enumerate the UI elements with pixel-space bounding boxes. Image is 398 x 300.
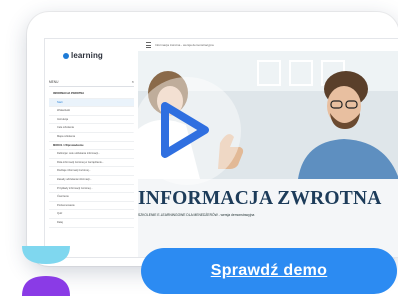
tree-item[interactable]: Definicja i cele udzielania informacji..… (49, 150, 134, 159)
tree-item[interactable]: Przykłady informacji zwrotnej... (49, 185, 134, 194)
tree-section[interactable]: MODUŁ 1 Wprowadzenie (49, 142, 134, 151)
play-icon[interactable] (153, 98, 213, 162)
course-subtitle: SZKOLENIE E-LEARNINGOWE DLA MENEDŻERÓW -… (138, 213, 255, 217)
sidebar: learning MENU × INFORMACJA ZWROTNA Start… (45, 39, 139, 257)
logo-text: learning (71, 51, 103, 60)
course-title: INFORMACJA ZWROTNA (138, 188, 382, 209)
tree-item[interactable]: Podsumowanie (49, 202, 134, 211)
tree-item[interactable]: Zasady udzielania informacji... (49, 176, 134, 185)
tree-item[interactable]: Ćwiczenie (49, 193, 134, 202)
tree-item[interactable]: Instrukcja (49, 116, 134, 125)
tree-item[interactable]: Wskazówki (49, 107, 134, 116)
deco-top-shape (22, 246, 70, 264)
tree-item[interactable]: Quiz (49, 210, 134, 219)
decorative-shapes (22, 246, 70, 296)
course-tree: INFORMACJA ZWROTNA Start Wskazówki Instr… (49, 90, 134, 228)
tree-item[interactable]: Cele szkolenia (49, 124, 134, 133)
breadcrumb: Informacja zwrotna - wersja demonstracyj… (155, 43, 214, 47)
tree-item[interactable]: Dalej (49, 219, 134, 228)
hamburger-icon[interactable] (146, 42, 151, 48)
logo: learning (63, 51, 103, 60)
tree-section[interactable]: INFORMACJA ZWROTNA (49, 90, 134, 99)
logo-dot-icon (63, 52, 69, 59)
deco-bottom-shape (22, 276, 70, 296)
check-demo-button[interactable]: Sprawdź demo (141, 248, 397, 294)
tree-item[interactable]: Start (49, 98, 134, 108)
menu-label: MENU (49, 79, 59, 84)
tree-item[interactable]: Rola informacji zwrotnej w zarządzaniu..… (49, 159, 134, 168)
tree-item[interactable]: Mapa szkolenia (49, 133, 134, 142)
tree-item[interactable]: Rodzaje informacji zwrotnej... (49, 167, 134, 176)
top-bar: Informacja zwrotna - wersja demonstracyj… (138, 39, 398, 51)
collapse-icon[interactable]: × (132, 79, 134, 84)
menu-header[interactable]: MENU × (49, 77, 134, 87)
